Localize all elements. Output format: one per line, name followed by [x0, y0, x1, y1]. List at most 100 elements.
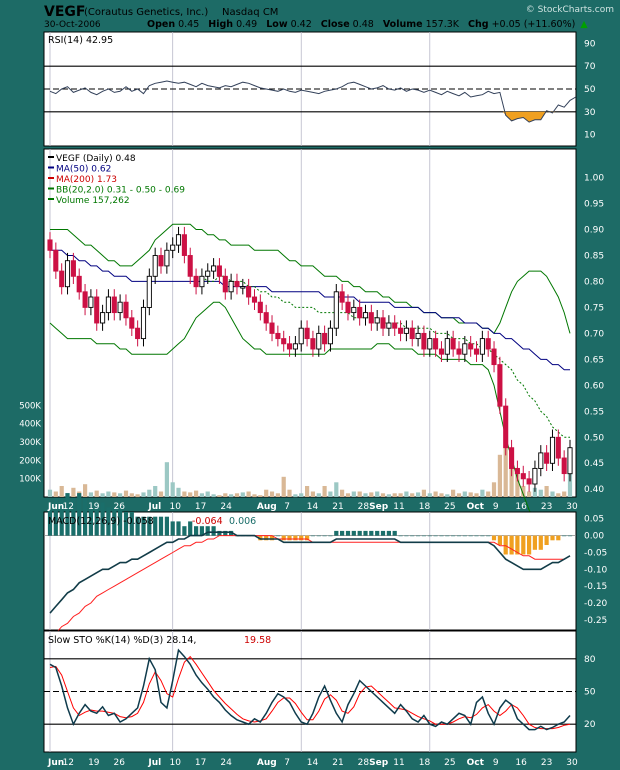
exchange-name: Nasdaq CM [222, 7, 278, 18]
macd-histogram-bar [345, 530, 351, 536]
x-tick-label: Jul [147, 758, 161, 768]
macd-histogram-bar [480, 535, 485, 537]
candle-body [216, 265, 222, 277]
legend-swatch-volume [48, 198, 54, 200]
y-tick-label: 0.90 [584, 226, 604, 236]
y-tick-label: 0.40 [584, 485, 604, 495]
y-tick-label: -0.25 [584, 616, 607, 626]
y-tick-label: -0.05 [584, 548, 607, 558]
macd-histogram-bar [456, 535, 462, 537]
y-tick-label: 0.05 [584, 515, 604, 525]
candle-body [532, 467, 538, 485]
candle-body [164, 249, 170, 267]
candle-body [322, 332, 328, 345]
x-tick-label: 28 [358, 758, 370, 768]
volume-bar [83, 484, 88, 497]
volume-bar [462, 491, 467, 497]
sto-legend: Slow STO %K(14) %D(3) 28.14, [48, 635, 196, 646]
macd-histogram-bar [176, 521, 181, 536]
volume-bar [456, 493, 462, 497]
x-tick-label: 11 [393, 502, 404, 512]
candle-body [549, 436, 556, 464]
candle-body [520, 473, 526, 480]
y-tick-label: 70 [584, 62, 596, 72]
volume-bar [398, 493, 403, 497]
volume-bar [287, 489, 292, 497]
ticker-symbol: VEGF [44, 4, 85, 20]
x-tick-label: 18 [419, 502, 431, 512]
stock-chart: VEGF (Corautus Genetics, Inc.) Nasdaq CM… [19, 4, 614, 768]
x-tick-label: Aug [257, 758, 277, 768]
volume-bar [322, 486, 327, 497]
macd-histogram-bar [170, 521, 175, 536]
candle-body [170, 244, 176, 251]
volume-bar [550, 491, 555, 497]
volume-bar [416, 492, 421, 497]
macd-histogram-bar [299, 535, 304, 541]
macd-histogram-bar [351, 530, 356, 536]
x-tick-label: 19 [88, 758, 100, 768]
macd-histogram-bar [158, 516, 164, 536]
volume-bar [118, 493, 123, 497]
macd-histogram-bar [433, 535, 438, 537]
volume-tick-label: 200K [19, 456, 41, 466]
candle-body [94, 296, 100, 324]
watermark: © StockCharts.com [526, 5, 614, 15]
x-tick-label: 30 [566, 758, 578, 768]
candle-body [468, 343, 474, 350]
macd-histogram-bar [369, 530, 374, 536]
volume-bar [427, 493, 432, 497]
y-tick-label: 90 [584, 39, 596, 49]
volume-bar [380, 493, 386, 497]
candle-body [140, 306, 147, 340]
candle-body [555, 436, 561, 459]
volume-bar [135, 494, 140, 498]
macd-panel: 0.05 0.00 -0.05 -0.10 -0.15 -0.20 -0.25 MACD(12… [43, 493, 608, 638]
macd-signal-legend: -0.064 [192, 516, 223, 527]
candle-body [491, 348, 497, 366]
y-tick-label: -0.20 [584, 599, 608, 609]
x-tick-label: 18 [419, 758, 431, 768]
volume-bar [538, 489, 543, 497]
macd-histogram-bar [468, 535, 473, 537]
macd-histogram-bar [410, 535, 415, 537]
macd-histogram-bar [194, 526, 199, 536]
x-tick-label: 17 [195, 502, 206, 512]
x-tick-label: Aug [257, 502, 277, 512]
y-tick-label: 0.45 [584, 459, 604, 469]
candle-body [427, 338, 433, 350]
candle-body [438, 348, 445, 355]
candle-body [88, 296, 94, 308]
macd-histogram-bar [538, 535, 543, 550]
volume-bar [392, 493, 397, 497]
x-axis-top: Jun12 19 26 Jul 10 17 24 Aug 7 14 21 28 Sep 11 18 25 Oct… [47, 502, 578, 512]
macd-histogram-bar [164, 516, 169, 536]
macd-histogram-bar [182, 526, 187, 536]
macd-histogram-bar [486, 535, 491, 537]
y-tick-label: 0.65 [584, 355, 604, 365]
candle-body [286, 343, 293, 350]
volume-bar [47, 489, 53, 497]
candle-body [421, 332, 427, 350]
macd-histogram-bar [445, 535, 450, 537]
candle-body [117, 301, 123, 314]
x-tick-label: 9 [493, 502, 499, 512]
volume-bar [158, 491, 164, 497]
candle-body [111, 296, 117, 314]
candle-body [100, 312, 106, 324]
macd-histogram-bar [451, 535, 456, 537]
macd-histogram-bar [386, 530, 391, 536]
candle-body [538, 452, 544, 469]
candle-body [351, 306, 357, 314]
macd-histogram-bar [340, 530, 345, 536]
volume-bar [421, 489, 426, 497]
candle-body [82, 291, 88, 308]
candle-body [152, 255, 158, 277]
volume-bar [153, 486, 158, 497]
y-tick-label: 30 [584, 108, 596, 118]
candle-body [298, 327, 304, 345]
macd-hist-legend: 0.006 [229, 516, 256, 527]
candle-body [386, 322, 392, 329]
legend-volume: Volume 157,262 [56, 196, 130, 206]
volume-bar [217, 495, 222, 497]
